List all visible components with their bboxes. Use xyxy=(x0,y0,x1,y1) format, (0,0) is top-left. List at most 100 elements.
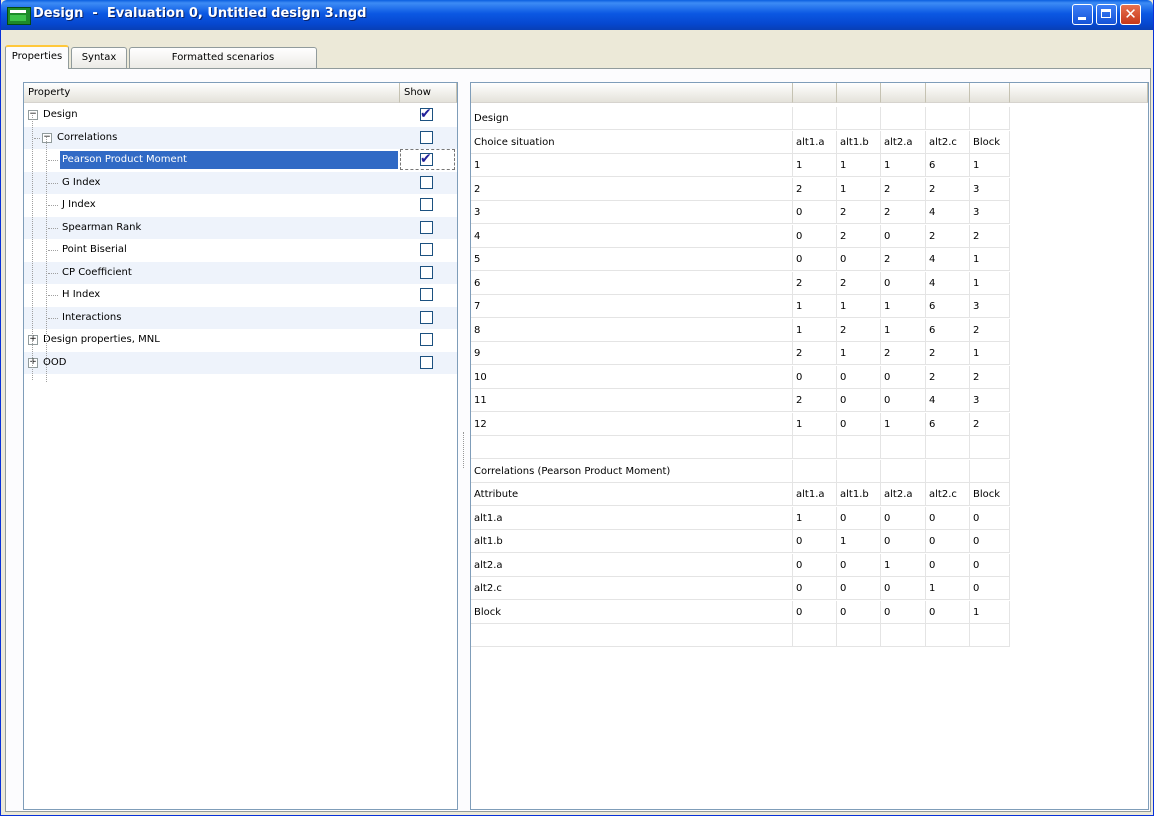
table-cell[interactable]: 0 xyxy=(837,553,881,577)
table-cell[interactable]: 0 xyxy=(881,224,926,248)
table-cell[interactable]: 1 xyxy=(837,530,881,553)
table-cell[interactable]: 2 xyxy=(881,248,926,271)
table-cell[interactable]: Block xyxy=(970,483,1010,506)
table-cell[interactable]: 1 xyxy=(970,600,1010,624)
table-cell[interactable]: 2 xyxy=(837,201,881,224)
table-cell[interactable]: alt1.b xyxy=(837,130,881,154)
table-cell[interactable]: 0 xyxy=(881,530,926,553)
table-cell[interactable]: 6 xyxy=(471,271,793,295)
table-cell[interactable]: Design xyxy=(471,107,793,130)
tab-properties[interactable]: Properties xyxy=(5,45,69,69)
table-cell[interactable]: Attribute xyxy=(471,483,793,506)
tree-item-j-index[interactable]: J Index xyxy=(24,194,457,216)
grid-column-header[interactable] xyxy=(1010,83,1148,103)
table-cell[interactable]: 0 xyxy=(881,506,926,530)
table-cell[interactable]: 4 xyxy=(926,201,970,224)
table-cell[interactable]: 0 xyxy=(837,577,881,600)
table-cell[interactable]: 2 xyxy=(837,224,881,248)
tree-item-point-biserial[interactable]: Point Biserial xyxy=(24,239,457,261)
table-cell[interactable]: 2 xyxy=(970,318,1010,342)
table-cell[interactable]: 1 xyxy=(837,177,881,201)
show-checkbox[interactable] xyxy=(420,130,433,144)
table-cell[interactable]: 0 xyxy=(793,224,837,248)
table-cell[interactable]: 10 xyxy=(471,365,793,389)
table-cell[interactable]: 12 xyxy=(471,412,793,436)
tree-item-spearman-rank[interactable]: Spearman Rank xyxy=(24,216,457,239)
tree-item-ood[interactable]: + OOD xyxy=(24,351,457,374)
table-cell[interactable]: 1 xyxy=(793,154,837,177)
table-cell[interactable]: 0 xyxy=(837,412,881,436)
show-checkbox[interactable] xyxy=(420,198,433,211)
table-cell[interactable]: 1 xyxy=(970,271,1010,295)
table-cell[interactable]: 4 xyxy=(926,389,970,412)
table-cell[interactable]: 6 xyxy=(926,154,970,177)
table-cell[interactable]: 1 xyxy=(793,318,837,342)
table-cell[interactable]: 0 xyxy=(837,600,881,624)
table-cell[interactable]: 0 xyxy=(926,506,970,530)
table-cell[interactable]: 0 xyxy=(881,577,926,600)
table-cell[interactable]: 1 xyxy=(970,342,1010,365)
tree-item-correlations[interactable]: − Correlations xyxy=(24,126,457,149)
tree-item-design-properties-mnl[interactable]: + Design properties, MNL xyxy=(24,329,457,351)
table-cell[interactable] xyxy=(926,459,970,483)
expand-icon[interactable]: + xyxy=(28,357,38,368)
table-cell[interactable]: alt1.b xyxy=(837,483,881,506)
table-cell[interactable]: 1 xyxy=(471,154,793,177)
table-cell[interactable]: 6 xyxy=(926,318,970,342)
table-cell[interactable] xyxy=(471,436,793,459)
table-cell[interactable] xyxy=(970,436,1010,459)
table-cell[interactable]: 2 xyxy=(793,342,837,365)
table-cell[interactable]: 2 xyxy=(881,177,926,201)
table-cell[interactable]: 1 xyxy=(793,506,837,530)
table-cell[interactable]: 0 xyxy=(881,389,926,412)
table-cell[interactable]: 1 xyxy=(926,577,970,600)
table-cell[interactable]: 0 xyxy=(837,389,881,412)
table-cell[interactable]: Choice situation xyxy=(471,130,793,154)
tree-item-cp-coefficient[interactable]: CP Coefficient xyxy=(24,261,457,284)
table-cell[interactable]: 1 xyxy=(837,295,881,318)
collapse-icon[interactable]: − xyxy=(28,110,38,120)
table-cell[interactable]: 0 xyxy=(970,530,1010,553)
table-cell[interactable]: 2 xyxy=(881,342,926,365)
table-cell[interactable]: 0 xyxy=(881,365,926,389)
table-cell[interactable]: Correlations (Pearson Product Moment) xyxy=(471,459,793,483)
table-cell[interactable]: 2 xyxy=(926,342,970,365)
minimize-button[interactable] xyxy=(1072,4,1093,25)
grid-column-header[interactable] xyxy=(881,83,926,103)
tab-syntax[interactable]: Syntax xyxy=(71,47,127,68)
table-cell[interactable]: 3 xyxy=(970,177,1010,201)
show-checkbox[interactable] xyxy=(420,333,433,346)
show-checkbox[interactable] xyxy=(420,355,433,369)
show-checkbox[interactable] xyxy=(420,310,433,324)
table-cell[interactable]: 1 xyxy=(881,295,926,318)
table-cell[interactable]: 1 xyxy=(793,412,837,436)
table-cell[interactable]: 2 xyxy=(926,224,970,248)
table-cell[interactable]: 0 xyxy=(837,506,881,530)
table-cell[interactable]: 0 xyxy=(793,365,837,389)
table-cell[interactable]: 2 xyxy=(970,224,1010,248)
table-cell[interactable]: 11 xyxy=(471,389,793,412)
table-cell[interactable]: 2 xyxy=(471,177,793,201)
table-cell[interactable]: 2 xyxy=(793,389,837,412)
column-header-show[interactable]: Show xyxy=(400,83,457,103)
table-cell[interactable]: 1 xyxy=(837,342,881,365)
table-cell[interactable]: 0 xyxy=(793,530,837,553)
table-cell[interactable]: 0 xyxy=(793,577,837,600)
table-cell[interactable]: 2 xyxy=(881,201,926,224)
table-cell[interactable]: 3 xyxy=(970,389,1010,412)
table-cell[interactable]: 0 xyxy=(881,271,926,295)
table-cell[interactable]: alt1.a xyxy=(793,483,837,506)
table-cell[interactable]: 1 xyxy=(970,154,1010,177)
tree-item-h-index[interactable]: H Index xyxy=(24,284,457,306)
table-cell[interactable]: 0 xyxy=(793,600,837,624)
table-cell[interactable]: 1 xyxy=(837,154,881,177)
table-cell[interactable]: 0 xyxy=(837,248,881,271)
table-cell[interactable]: 1 xyxy=(970,248,1010,271)
table-cell[interactable]: 6 xyxy=(926,412,970,436)
table-cell[interactable] xyxy=(837,107,881,130)
table-cell[interactable]: 4 xyxy=(926,271,970,295)
table-cell[interactable]: alt1.a xyxy=(793,130,837,154)
table-cell[interactable] xyxy=(881,459,926,483)
table-cell[interactable] xyxy=(471,624,793,647)
table-cell[interactable] xyxy=(837,436,881,459)
